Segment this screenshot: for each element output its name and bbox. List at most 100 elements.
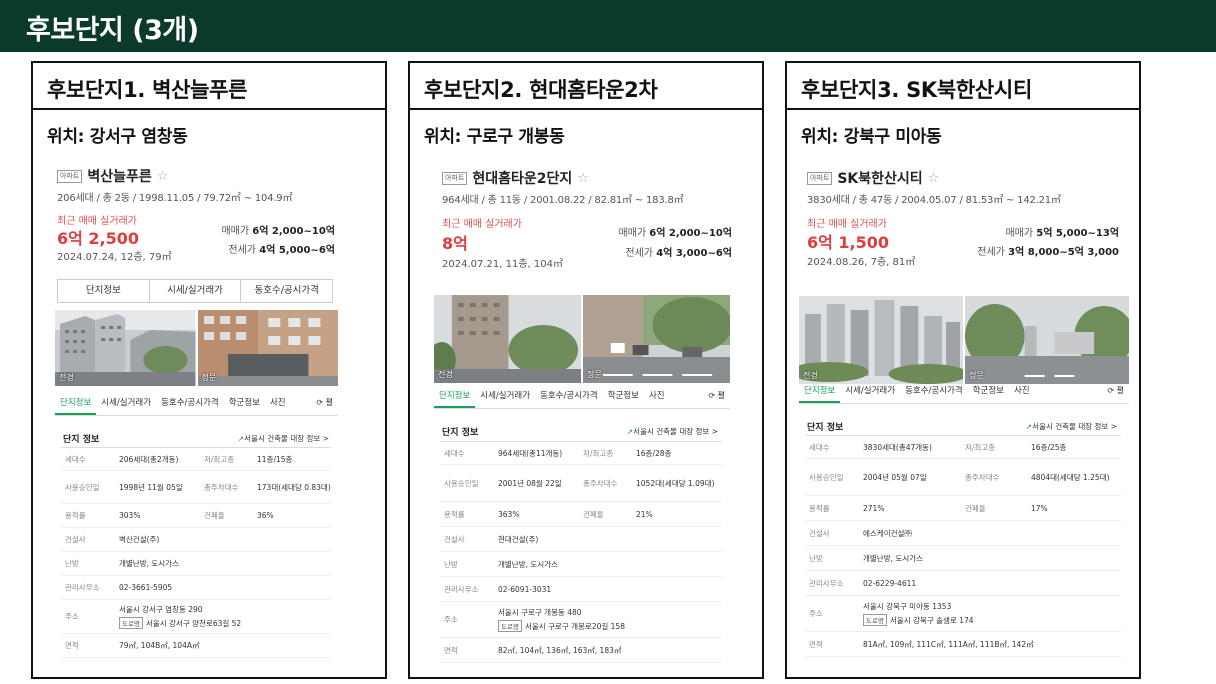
info-header: 단지 정보 ➚서울시 건축물 대장 정보 > xyxy=(63,432,329,445)
gate-photo[interactable]: 정문 xyxy=(963,296,1129,384)
candidate-title: 후보단지3. SK북한산시티 xyxy=(787,63,1139,110)
expand-toggle[interactable]: ⟳ 펼 xyxy=(1102,385,1129,403)
candidate-title: 후보단지2. 현대홈타운2차 xyxy=(410,63,762,110)
tab-photo[interactable]: 사진 xyxy=(644,389,670,408)
table-row: 용적률 363% 건폐율 21% xyxy=(440,502,722,527)
info-title: 단지 정보 xyxy=(63,435,100,445)
apt-type-badge: 아파트 xyxy=(57,169,83,183)
tab-school[interactable]: 학군정보 xyxy=(968,384,1009,403)
tab-price[interactable]: 시세/실거래가 xyxy=(475,389,535,408)
tab-price[interactable]: 시세/실거래가 xyxy=(96,396,156,415)
candidate-location: 위치: 강북구 미아동 xyxy=(801,127,942,147)
candidate-location: 위치: 구로구 개봉동 xyxy=(424,127,565,147)
complex-photo[interactable]: 전경 xyxy=(55,310,196,386)
tab-photo[interactable]: 사진 xyxy=(265,396,291,415)
candidate-card-3: 후보단지3. SK북한산시티 위치: 강북구 미아동 아파트 SK북한산시티 ☆… xyxy=(785,61,1141,679)
recent-trade-label: 최근 매매 실거래가 xyxy=(442,219,522,230)
apt-name[interactable]: SK북한산시티 xyxy=(837,168,922,188)
price-button[interactable]: 시세/실거래가 xyxy=(150,280,242,302)
sale-price-range: 매매가 5억 5,000~13억 xyxy=(1005,228,1119,239)
table-row: 사용승인일 1998년 11월 05일 총주차대수 173대(세대당 0.83대… xyxy=(61,471,331,504)
building-registry-link[interactable]: ➚서울시 건축물 대장 정보 > xyxy=(238,433,329,444)
table-row: 건설사 벽산건설(주) xyxy=(61,528,331,552)
photo-strip: 전경 정문 xyxy=(434,295,730,383)
tab-price[interactable]: 시세/실거래가 xyxy=(840,384,900,403)
table-row: 난방 개별난방, 도시가스 xyxy=(440,552,722,577)
apt-type-badge: 아파트 xyxy=(807,171,833,185)
table-row: 관리사무소 02-3661-5905 xyxy=(61,576,331,600)
apt-meta: 964세대 / 총 11동 / 2001.08.22 / 82.81㎡ ~ 18… xyxy=(442,195,684,206)
photo-strip: 전경 정문 xyxy=(799,296,1129,384)
table-row: 면적 82㎡, 104㎡, 136㎡, 163㎡, 183㎡ xyxy=(440,638,722,663)
table-row: 관리사무소 02-6091-3031 xyxy=(440,577,722,602)
tab-complex-info[interactable]: 단지정보 xyxy=(799,384,841,403)
table-row: 난방 개별난방, 도시가스 xyxy=(805,546,1121,571)
photo-caption: 전경 xyxy=(438,370,453,379)
table-row: 난방 개별난방, 도시가스 xyxy=(61,552,331,576)
building-registry-link[interactable]: ➚서울시 건축물 대장 정보 > xyxy=(627,426,718,437)
tab-complex-info[interactable]: 단지정보 xyxy=(434,389,476,408)
info-button-row: 단지정보 시세/실거래가 동호수/공시가격 xyxy=(57,279,333,303)
photo-strip: 전경 정문 xyxy=(55,310,338,386)
table-row: 세대수 206세대(총2개동) 저/최고층 11층/15층 xyxy=(61,447,331,471)
complex-photo[interactable]: 전경 xyxy=(799,296,963,384)
table-row: 주소 서울시 강북구 미아동 1353 도로명 서울시 강북구 솔샘로 174 xyxy=(805,596,1121,632)
sale-price-range: 매매가 6억 2,000~10억 xyxy=(618,228,732,239)
apt-name[interactable]: 벽산늘푸른 xyxy=(87,166,151,186)
rent-price-range: 전세가 4억 5,000~6억 xyxy=(228,245,335,256)
slide: 후보단지 (3개) 후보단지1. 벽산늘푸른 위치: 강서구 염창동 아파트 벽… xyxy=(0,0,1216,684)
apt-name-row: 아파트 SK북한산시티 ☆ xyxy=(807,168,939,188)
recent-trade-price: 8억 xyxy=(442,234,468,253)
star-icon[interactable]: ☆ xyxy=(157,169,169,184)
info-table: 세대수 964세대(총11개동) 저/최고층 16층/28층 사용승인일 200… xyxy=(440,441,722,663)
sale-price-range: 매매가 6억 2,000~10억 xyxy=(221,226,335,237)
candidate-card-1: 후보단지1. 벽산늘푸른 위치: 강서구 염창동 아파트 벽산늘푸른 ☆ 206… xyxy=(31,61,387,679)
tab-unit-price[interactable]: 동호수/공시가격 xyxy=(900,384,968,403)
table-row: 주소 서울시 강서구 염창동 290 도로명 서울시 강서구 양천로63길 52 xyxy=(61,600,331,634)
table-row: 건설사 현대건설(주) xyxy=(440,527,722,552)
star-icon[interactable]: ☆ xyxy=(928,171,940,186)
info-header: 단지 정보 ➚서울시 건축물 대장 정보 > xyxy=(807,420,1117,433)
table-row: 사용승인일 2004년 05월 07일 총주차대수 4804대(세대당 1.25… xyxy=(805,459,1121,496)
expand-toggle[interactable]: ⟳ 펼 xyxy=(703,390,730,408)
expand-toggle[interactable]: ⟳ 펼 xyxy=(311,397,338,415)
recent-trade-price: 6억 1,500 xyxy=(807,233,890,252)
tab-photo[interactable]: 사진 xyxy=(1009,384,1035,403)
tab-unit-price[interactable]: 동호수/공시가격 xyxy=(535,389,603,408)
apt-name[interactable]: 현대홈타운2단지 xyxy=(472,168,572,188)
star-icon[interactable]: ☆ xyxy=(577,171,589,186)
tab-school[interactable]: 학군정보 xyxy=(603,389,644,408)
rent-price-range: 전세가 3억 8,000~5억 3,000 xyxy=(977,247,1119,258)
recent-trade-date: 2024.07.24, 12층, 79㎡ xyxy=(57,252,172,263)
detail-tabs: 단지정보 시세/실거래가 동호수/공시가격 학군정보 사진 ⟳ 펼 xyxy=(434,383,730,409)
tab-complex-info[interactable]: 단지정보 xyxy=(55,396,97,415)
recent-trade-price: 6억 2,500 xyxy=(57,229,140,248)
table-row: 주소 서울시 구로구 개봉동 480 도로명 서울시 구로구 개봉로20길 158 xyxy=(440,602,722,638)
road-name-tag: 도로명 xyxy=(863,614,887,626)
building-registry-link[interactable]: ➚서울시 건축물 대장 정보 > xyxy=(1026,421,1117,432)
apt-name-row: 아파트 벽산늘푸른 ☆ xyxy=(57,166,168,186)
info-table: 세대수 206세대(총2개동) 저/최고층 11층/15층 사용승인일 1998… xyxy=(61,447,331,658)
recent-trade-date: 2024.08.26, 7층, 81㎡ xyxy=(807,257,916,268)
tab-unit-price[interactable]: 동호수/공시가격 xyxy=(156,396,224,415)
info-title: 단지 정보 xyxy=(442,428,479,438)
gate-photo[interactable]: 정문 xyxy=(195,310,338,386)
gate-photo[interactable]: 정문 xyxy=(581,295,730,383)
detail-tabs: 단지정보 시세/실거래가 동호수/공시가격 학군정보 사진 ⟳ 펼 xyxy=(55,390,338,416)
table-row: 면적 81A㎡, 109㎡, 111C㎡, 111A㎡, 111B㎡, 142㎡ xyxy=(805,632,1121,657)
table-row: 세대수 3830세대(총47개동) 저/최고층 16층/25층 xyxy=(805,435,1121,459)
apt-name-row: 아파트 현대홈타운2단지 ☆ xyxy=(442,168,589,188)
photo-caption: 전경 xyxy=(59,373,74,382)
complex-photo[interactable]: 전경 xyxy=(434,295,581,383)
complex-info-button[interactable]: 단지정보 xyxy=(58,280,150,302)
detail-tabs: 단지정보 시세/실거래가 동호수/공시가격 학군정보 사진 ⟳ 펼 xyxy=(799,378,1129,404)
recent-trade-date: 2024.07.21, 11층, 104㎡ xyxy=(442,259,563,270)
tab-school[interactable]: 학군정보 xyxy=(224,396,265,415)
candidate-card-2: 후보단지2. 현대홈타운2차 위치: 구로구 개봉동 아파트 현대홈타운2단지 … xyxy=(408,61,764,679)
candidate-title: 후보단지1. 벽산늘푸른 xyxy=(33,63,385,110)
listing-screenshot: 아파트 벽산늘푸른 ☆ 206세대 / 총 2동 / 1998.11.05 / … xyxy=(33,154,385,674)
unit-price-button[interactable]: 동호수/공시가격 xyxy=(241,280,332,302)
recent-trade-label: 최근 매매 실거래가 xyxy=(807,219,887,230)
table-row: 용적률 303% 건폐율 36% xyxy=(61,504,331,528)
photo-caption: 정문 xyxy=(587,370,602,379)
